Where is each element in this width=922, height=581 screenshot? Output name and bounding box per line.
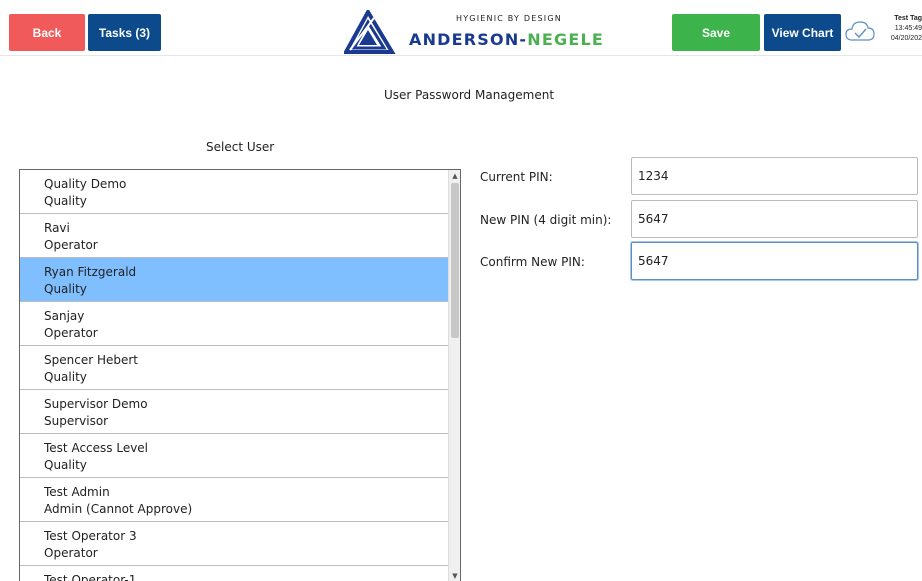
user-name: Ryan Fitzgerald (44, 265, 137, 279)
new-pin-field[interactable] (631, 200, 918, 238)
logo-tagline: HYGIENIC BY DESIGN (456, 14, 562, 23)
logo-word-anderson: ANDERSON- (409, 30, 528, 49)
user-list-scrollbar[interactable]: ▲ ▼ (448, 170, 460, 581)
user-list-item[interactable]: Supervisor Demo Supervisor (20, 390, 448, 434)
user-name: Supervisor Demo (44, 397, 148, 411)
user-name: Sanjay (44, 309, 85, 323)
logo-triangle-icon (344, 10, 396, 54)
new-pin-label: New PIN (4 digit min): (480, 213, 612, 227)
scroll-thumb[interactable] (451, 183, 459, 338)
user-name: Test Access Level (44, 441, 149, 455)
user-role: Admin (Cannot Approve) (44, 502, 193, 516)
scroll-up-icon[interactable]: ▲ (449, 170, 460, 182)
scroll-down-icon[interactable]: ▼ (449, 570, 460, 581)
back-button[interactable]: Back (9, 14, 85, 51)
user-list-item[interactable]: Ravi Operator (20, 214, 448, 258)
user-name: Test Operator 3 (44, 529, 137, 543)
company-logo: HYGIENIC BY DESIGN ANDERSON-NEGELE (344, 10, 603, 54)
user-list-item[interactable]: Quality Demo Quality (20, 170, 448, 214)
user-name: Spencer Hebert (44, 353, 138, 367)
user-list-item[interactable]: Test Operator-1 (20, 566, 448, 581)
tasks-button[interactable]: Tasks (3) (88, 14, 161, 51)
user-name: Quality Demo (44, 177, 127, 191)
user-role: Operator (44, 326, 98, 340)
user-role: Quality (44, 194, 87, 208)
current-pin-field[interactable] (631, 157, 918, 195)
current-time: 13:45:49 (894, 25, 922, 32)
user-list-item[interactable]: Spencer Hebert Quality (20, 346, 448, 390)
page-title: User Password Management (383, 88, 555, 102)
view-chart-button[interactable]: View Chart (764, 14, 841, 51)
user-list[interactable]: Quality Demo Quality Ravi Operator Ryan Fitz… (19, 169, 461, 581)
current-date: 04/20/202 (890, 35, 922, 42)
user-role: Supervisor (44, 414, 109, 428)
user-role: Operator (44, 546, 98, 560)
top-bar: Back Tasks (3) HYGIENIC BY DESIGN ANDERS… (0, 0, 922, 56)
logo-word-negele: NEGELE (527, 30, 604, 49)
select-user-label: Select User (206, 140, 275, 154)
save-button[interactable]: Save (672, 14, 760, 51)
user-name: Ravi (44, 221, 70, 235)
user-list-item[interactable]: Test Admin Admin (Cannot Approve) (20, 478, 448, 522)
user-list-item[interactable]: Test Operator 3 Operator (20, 522, 448, 566)
user-list-item[interactable]: Test Access Level Quality (20, 434, 448, 478)
tag-name: Test Tag (894, 15, 922, 22)
user-role: Quality (44, 282, 87, 296)
user-role: Operator (44, 238, 98, 252)
user-role: Quality (44, 370, 87, 384)
user-list-item[interactable]: Sanjay Operator (20, 302, 448, 346)
current-pin-label: Current PIN: (480, 170, 553, 184)
confirm-pin-field[interactable] (631, 242, 918, 280)
user-list-item[interactable]: Ryan Fitzgerald Quality (20, 258, 448, 302)
confirm-pin-label: Confirm New PIN: (480, 255, 585, 269)
user-name: Test Admin (44, 485, 110, 499)
user-name: Test Operator-1 (44, 573, 137, 581)
tag-info: Test Tag 13:45:49 04/20/202 (872, 14, 922, 50)
logo-wordmark: ANDERSON-NEGELE (409, 30, 604, 49)
user-role: Quality (44, 458, 87, 472)
